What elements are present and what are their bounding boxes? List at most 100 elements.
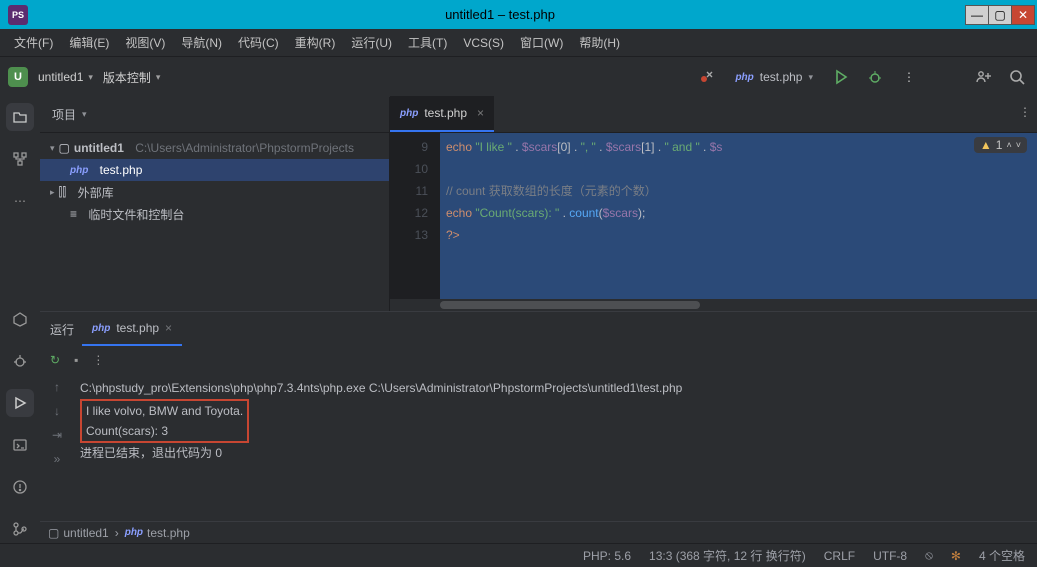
vcs-dropdown[interactable]: 版本控制 ▾: [103, 69, 161, 86]
php-icon: php: [92, 323, 110, 334]
menu-view[interactable]: 视图(V): [119, 30, 171, 55]
project-panel-title: 项目: [52, 106, 76, 123]
app-icon: PS: [8, 5, 28, 25]
line-number: 13: [390, 224, 428, 246]
vcs-tool-icon[interactable]: [6, 515, 34, 543]
status-bar: PHP: 5.6 13:3 (368 字符, 12 行 换行符) CRLF UT…: [0, 543, 1037, 567]
close-button[interactable]: ✕: [1011, 5, 1035, 25]
menu-edit[interactable]: 编辑(E): [63, 30, 115, 55]
php-icon: php: [400, 108, 418, 119]
search-everywhere-icon[interactable]: [1005, 65, 1029, 89]
chevron-down-icon: ▾: [156, 72, 161, 83]
scroll-icon[interactable]: »: [54, 452, 61, 466]
tab-more-icon[interactable]: ⋮: [1019, 105, 1031, 119]
console-rail: ↑ ↓ ⇥ »: [40, 374, 74, 521]
status-caret-position[interactable]: 13:3 (368 字符, 12 行 换行符): [649, 547, 806, 564]
project-tool-icon[interactable]: [6, 103, 34, 131]
debug-button[interactable]: [863, 65, 887, 89]
run-tool-window: 运行 php test.php × ↻ ▪ ⋮ ↑ ↓ ⇥ » C:: [40, 311, 1037, 521]
upper-split: 项目 ▾ ▾ ▢ untitled1 C:\Users\Administrato…: [40, 97, 1037, 311]
breadcrumb-project[interactable]: ▢ untitled1: [48, 526, 109, 540]
menu-tools[interactable]: 工具(T): [402, 30, 453, 55]
tree-file-testphp[interactable]: php test.php: [40, 159, 389, 181]
project-panel-header: 项目 ▾: [40, 97, 389, 133]
menu-run[interactable]: 运行(U): [345, 30, 398, 55]
menu-code[interactable]: 代码(C): [232, 30, 285, 55]
editor-area: php test.php × ⋮ 9 10 11 12 13 echo "I l…: [390, 97, 1037, 311]
services-tool-icon[interactable]: [6, 305, 34, 333]
menu-window[interactable]: 窗口(W): [514, 30, 569, 55]
up-icon[interactable]: ↑: [54, 380, 60, 394]
console-highlight: I like volvo, BMW and Toyota. Count(scar…: [80, 399, 249, 443]
status-debug-icon[interactable]: ✻: [951, 549, 961, 563]
window-titlebar: PS untitled1 – test.php — ▢ ✕: [0, 0, 1037, 29]
horizontal-scrollbar[interactable]: [390, 299, 1037, 311]
status-encoding[interactable]: UTF-8: [873, 549, 907, 563]
php-icon: php: [125, 527, 143, 538]
structure-tool-icon[interactable]: [6, 145, 34, 173]
scrollbar-thumb[interactable]: [440, 301, 700, 309]
menu-refactor[interactable]: 重构(R): [289, 30, 342, 55]
status-line-ending[interactable]: CRLF: [824, 549, 855, 563]
close-icon[interactable]: ×: [165, 321, 172, 335]
debug-tool-icon[interactable]: [6, 347, 34, 375]
status-listener-icon[interactable]: ⦸: [925, 548, 933, 563]
code-editor[interactable]: 9 10 11 12 13 echo "I like " . $scars[0]…: [390, 133, 1037, 299]
status-indent[interactable]: 4 个空格: [979, 547, 1025, 564]
console-exit: 进程已结束，退出代码为 0: [80, 446, 222, 460]
run-panel-title: 运行: [50, 321, 74, 338]
terminal-tool-icon[interactable]: [6, 431, 34, 459]
wrap-icon[interactable]: ⇥: [52, 428, 62, 442]
code-with-me-icon[interactable]: [971, 65, 995, 89]
tree-file-name: test.php: [100, 163, 143, 177]
tree-external-libs[interactable]: ▸ ⫿⫿ 外部库: [40, 181, 389, 203]
center-column: 项目 ▾ ▾ ▢ untitled1 C:\Users\Administrato…: [40, 97, 1037, 543]
close-icon[interactable]: ×: [477, 106, 484, 120]
tree-scratch-label: 临时文件和控制台: [88, 206, 184, 223]
library-icon: ⫿⫿: [59, 185, 67, 200]
inspection-badge[interactable]: ▲ 1 ˄ ˅: [974, 137, 1027, 153]
warning-count: 1: [996, 138, 1003, 152]
problems-tool-icon[interactable]: [6, 473, 34, 501]
menu-navigate[interactable]: 导航(N): [175, 30, 228, 55]
more-icon[interactable]: ⋮: [92, 353, 104, 367]
menu-vcs[interactable]: VCS(S): [457, 32, 510, 54]
run-panel-header: 运行 php test.php ×: [40, 312, 1037, 346]
breadcrumb-file[interactable]: php test.php: [125, 526, 190, 540]
editor-tab-label: test.php: [424, 106, 467, 120]
run-config-selector[interactable]: php test.php ▾: [729, 70, 819, 84]
folder-icon: ▢: [59, 141, 70, 155]
line-gutter: 9 10 11 12 13: [390, 133, 440, 299]
code-content[interactable]: echo "I like " . $scars[0] . ", " . $sca…: [440, 133, 1037, 299]
tree-root-name: untitled1: [74, 141, 124, 155]
run-tab-testphp[interactable]: php test.php ×: [82, 312, 182, 346]
line-number: 9: [390, 136, 428, 158]
run-body: ↑ ↓ ⇥ » C:\phpstudy_pro\Extensions\php\p…: [40, 374, 1037, 521]
chevron-down-icon[interactable]: ▾: [82, 109, 87, 120]
maximize-button[interactable]: ▢: [988, 5, 1012, 25]
editor-tab-testphp[interactable]: php test.php ×: [390, 96, 494, 132]
run-tool-icon[interactable]: [6, 389, 34, 417]
console-output[interactable]: C:\phpstudy_pro\Extensions\php\php7.3.4n…: [74, 374, 1037, 521]
run-button[interactable]: [829, 65, 853, 89]
more-actions-icon[interactable]: ⋮: [897, 65, 921, 89]
main-area: ⋯ 项目 ▾: [0, 97, 1037, 543]
tree-scratches[interactable]: ≡ 临时文件和控制台: [40, 203, 389, 225]
php-icon: php: [70, 165, 88, 176]
main-toolbar: U untitled1 ▾ 版本控制 ▾ php test.php ▾ ⋮: [0, 57, 1037, 97]
run-toolbar: ↻ ▪ ⋮: [40, 346, 1037, 374]
breakpoint-bug-icon[interactable]: [695, 65, 719, 89]
down-icon[interactable]: ↓: [54, 404, 60, 418]
project-dropdown[interactable]: untitled1 ▾: [38, 70, 93, 84]
menu-file[interactable]: 文件(F): [8, 30, 59, 55]
more-tool-icon[interactable]: ⋯: [6, 187, 34, 215]
status-php[interactable]: PHP: 5.6: [583, 549, 631, 563]
folder-icon: ▢: [48, 526, 59, 540]
minimize-button[interactable]: —: [965, 5, 989, 25]
tree-root[interactable]: ▾ ▢ untitled1 C:\Users\Administrator\Php…: [40, 137, 389, 159]
chevron-up-icon: ˄: [1006, 140, 1011, 150]
rerun-icon[interactable]: ↻: [50, 353, 60, 367]
vcs-label: 版本控制: [103, 69, 151, 86]
stop-icon[interactable]: ▪: [74, 353, 78, 367]
menu-help[interactable]: 帮助(H): [573, 30, 626, 55]
